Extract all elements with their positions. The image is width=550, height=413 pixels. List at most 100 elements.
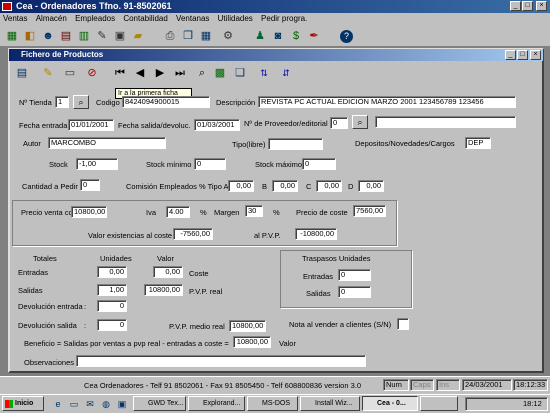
quicklaunch-channel-icon[interactable]: ◍ [98, 396, 114, 412]
minimize-button[interactable]: _ [510, 1, 521, 11]
tienda-field[interactable]: 1 [55, 96, 69, 108]
edit-record-icon[interactable]: ✎ [40, 65, 56, 81]
devolucion-salida-field[interactable]: 0 [97, 319, 127, 331]
proveedor-field[interactable]: 0 [330, 117, 348, 129]
folder-icon[interactable]: ▰ [130, 28, 146, 44]
descripcion-field[interactable]: REVISTA PC ACTUAL EDICION MARZO 2001 123… [258, 96, 516, 108]
pvp-medio-label: P.V.P. medio real [169, 322, 225, 331]
proveedor-name-field[interactable] [375, 116, 516, 128]
comision-c-field[interactable]: 0,00 [316, 180, 342, 192]
beneficio-label: Beneficio = Salidas por ventas a pvp rea… [24, 339, 229, 348]
valor-existencias-field[interactable]: -7560,00 [173, 228, 213, 240]
first-record-icon[interactable]: ⏮ [112, 65, 128, 81]
proveedor-search-button[interactable]: ⌕ [352, 115, 368, 129]
task-gwd[interactable]: GWD Tex... [133, 396, 186, 411]
calendar-icon[interactable]: ▦ [198, 28, 214, 44]
task-cea[interactable]: Cea - 0... [362, 396, 418, 411]
task-explorer[interactable]: Explorand... [188, 396, 245, 411]
menu-almacen[interactable]: Almacén [33, 13, 70, 25]
margen-field[interactable]: 30 [245, 205, 263, 217]
money-icon[interactable]: $ [288, 28, 304, 44]
observaciones-label: Observaciones [24, 358, 75, 367]
sort-desc-icon[interactable]: ⇵ [278, 65, 294, 81]
next-record-icon[interactable]: ▶ [152, 65, 168, 81]
search-icon: ⌕ [357, 117, 363, 127]
menu-utilidades[interactable]: Utilidades [215, 13, 256, 25]
child-minimize-button[interactable]: _ [505, 50, 516, 60]
menu-pedir[interactable]: Pedir progra. [258, 13, 310, 25]
task-msdos[interactable]: MS-DOS [247, 396, 298, 411]
start-button[interactable]: Inicio [2, 396, 44, 411]
stock-field[interactable]: -1,00 [76, 158, 118, 170]
new-record-icon[interactable]: ▭ [62, 65, 78, 81]
cantidad-field[interactable]: 0 [80, 179, 100, 191]
salidas-unidades-field[interactable]: 1,00 [97, 284, 127, 296]
users-icon[interactable]: ☻ [40, 28, 56, 44]
menu-contabilidad[interactable]: Contabilidad [120, 13, 170, 25]
filter-icon[interactable]: ▩ [212, 65, 228, 81]
child-close-button[interactable]: × [530, 50, 541, 60]
pvp-medio-field[interactable]: 10800,00 [229, 320, 266, 332]
stock-max-field[interactable]: 0 [302, 158, 336, 170]
sales-icon[interactable]: ▦ [4, 28, 20, 44]
chart-icon[interactable]: ▥ [76, 28, 92, 44]
maximize-button[interactable]: □ [522, 1, 533, 11]
devolucion-entrada-field[interactable]: 0 [97, 300, 127, 312]
sort-asc-icon[interactable]: ⇅ [256, 65, 272, 81]
traspasos-salidas-field[interactable]: 0 [338, 286, 371, 298]
tipo-field[interactable] [268, 138, 323, 150]
copy-icon[interactable]: ❏ [232, 65, 248, 81]
pen-icon[interactable]: ✒ [306, 28, 322, 44]
comision-d-field[interactable]: 0,00 [358, 180, 384, 192]
status-caps: Caps [410, 379, 434, 391]
people-icon[interactable]: ♟ [252, 28, 268, 44]
salidas-valor-field[interactable]: 10800,00 [144, 284, 183, 296]
stock-min-field[interactable]: 0 [194, 158, 226, 170]
menu-empleados[interactable]: Empleados [72, 13, 118, 25]
quicklaunch-outlook-icon[interactable]: ✉ [82, 396, 98, 412]
delete-record-icon[interactable]: ⊘ [84, 65, 100, 81]
tools-icon[interactable]: ⚙ [220, 28, 236, 44]
traspasos-entradas-field[interactable]: 0 [338, 269, 371, 281]
al-pvp-field[interactable]: -10800,00 [295, 228, 337, 240]
entradas-label: Entradas [18, 268, 49, 277]
warehouse-icon[interactable]: ◧ [22, 28, 38, 44]
iva-field[interactable]: 4.00 [166, 206, 190, 218]
previous-record-icon[interactable]: ◀ [132, 65, 148, 81]
close-button[interactable]: × [536, 1, 547, 11]
proveedor-label: Nº de Proveedor/editorial [244, 119, 328, 128]
task-extra[interactable] [420, 396, 458, 411]
precio-venta-field[interactable]: 10800,00 [71, 206, 107, 218]
depositos-field[interactable]: DEP [465, 137, 491, 149]
window-icon[interactable]: ❐ [180, 28, 196, 44]
tienda-search-button[interactable]: ⌕ [73, 95, 89, 109]
beneficio-field[interactable]: 10800,00 [233, 336, 271, 348]
precio-coste-field[interactable]: 7560,00 [353, 205, 386, 217]
autor-field[interactable]: MARCOMBO [48, 137, 166, 149]
quicklaunch-ie-icon[interactable]: e [50, 396, 66, 412]
comision-a-field[interactable]: 0,00 [228, 180, 254, 192]
nota-field[interactable] [397, 318, 409, 330]
task-install[interactable]: Install Wiz... [300, 396, 360, 411]
help-icon[interactable]: ? [340, 30, 353, 43]
comision-b-field[interactable]: 0,00 [272, 180, 298, 192]
child-maximize-button[interactable]: □ [517, 50, 528, 60]
camera-icon[interactable]: ◙ [270, 28, 286, 44]
codigo-field[interactable]: 8424094900015 [122, 96, 210, 108]
quicklaunch-app-icon[interactable]: ▣ [114, 396, 130, 412]
book-icon[interactable]: ▤ [58, 28, 74, 44]
print-icon[interactable]: ⎙ [162, 28, 178, 44]
fecha-salida-field[interactable]: 01/03/2001 [194, 119, 240, 131]
entradas-valor-field[interactable]: 0,00 [153, 266, 183, 278]
list-icon[interactable]: ▤ [14, 65, 30, 81]
fecha-entrada-field[interactable]: 01/01/2001 [68, 119, 114, 131]
menu-ventas[interactable]: Ventas [0, 13, 30, 25]
edit-icon[interactable]: ✎ [94, 28, 110, 44]
observaciones-field[interactable] [76, 355, 366, 367]
last-record-icon[interactable]: ⏭ [172, 65, 188, 81]
quicklaunch-desktop-icon[interactable]: ▭ [66, 396, 82, 412]
calc-icon[interactable]: ▣ [112, 28, 128, 44]
search-icon[interactable]: ⌕ [194, 65, 210, 81]
menu-ventanas[interactable]: Ventanas [173, 13, 212, 25]
entradas-unidades-field[interactable]: 0,00 [97, 266, 127, 278]
